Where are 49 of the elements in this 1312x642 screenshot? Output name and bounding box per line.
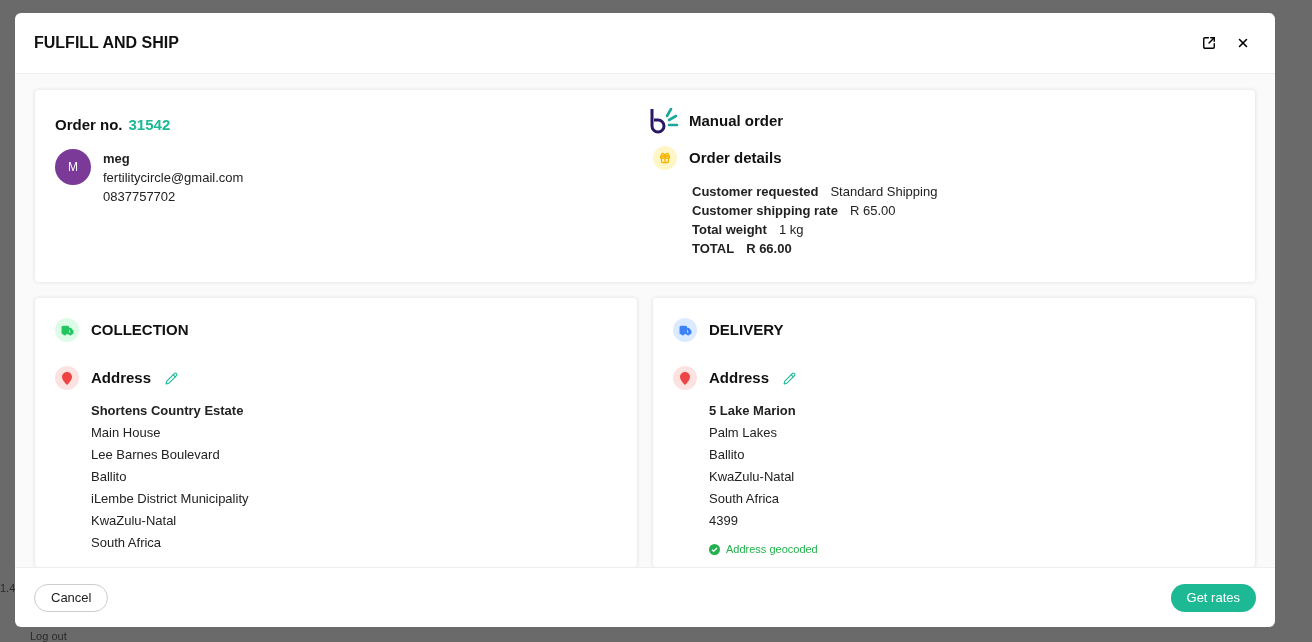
address-line: 4399 bbox=[709, 512, 739, 530]
external-link-icon bbox=[1202, 36, 1216, 50]
address-line: Main House bbox=[91, 424, 162, 442]
modal-title: FULFILL AND SHIP bbox=[34, 33, 179, 53]
map-pin-icon bbox=[55, 366, 79, 390]
detail-value: 1 kg bbox=[778, 221, 804, 239]
detail-label: Customer shipping rate bbox=[692, 202, 838, 220]
order-number: 31542 bbox=[128, 115, 171, 135]
avatar: M bbox=[55, 148, 91, 185]
truck-icon bbox=[55, 318, 79, 342]
address-line: iLembe District Municipality bbox=[91, 490, 250, 508]
detail-value: R 66.00 bbox=[746, 240, 792, 258]
cancel-button[interactable]: Cancel bbox=[34, 583, 109, 612]
address-line: Lee Barnes Boulevard bbox=[91, 446, 221, 464]
order-label: Order no. bbox=[55, 115, 123, 135]
address-line: KwaZulu-Natal bbox=[709, 468, 796, 486]
geocode-status: Address geocoded bbox=[726, 542, 818, 557]
customer-name: meg bbox=[103, 149, 131, 168]
truck-icon bbox=[673, 318, 697, 342]
get-rates-button[interactable]: Get rates bbox=[1170, 583, 1256, 612]
section-title: COLLECTION bbox=[91, 319, 189, 340]
logo-icon bbox=[649, 108, 679, 134]
detail-value: R 65.00 bbox=[849, 202, 896, 220]
detail-label: TOTAL bbox=[692, 240, 735, 258]
address-line: Palm Lakes bbox=[709, 424, 778, 442]
order-source: Manual order bbox=[689, 110, 784, 131]
detail-value: Standard Shipping bbox=[830, 183, 938, 201]
close-icon bbox=[1236, 36, 1250, 50]
details-heading: Order details bbox=[689, 147, 782, 168]
address-line: Ballito bbox=[709, 446, 746, 464]
address-heading: Address bbox=[91, 367, 152, 388]
logout-link[interactable]: Log out bbox=[30, 630, 67, 642]
detail-label: Customer requested bbox=[692, 183, 819, 201]
open-external-button[interactable] bbox=[1200, 34, 1218, 52]
address-line: KwaZulu-Natal bbox=[91, 512, 178, 530]
detail-label: Total weight bbox=[692, 221, 767, 239]
gift-icon bbox=[653, 146, 677, 170]
address-line: South Africa bbox=[709, 490, 781, 508]
customer-phone: 0837757702 bbox=[103, 187, 177, 206]
address-line: 5 Lake Marion bbox=[709, 402, 797, 420]
side-number: 1.4 bbox=[0, 581, 16, 596]
map-pin-icon bbox=[673, 366, 697, 390]
customer-email: fertilitycircle@gmail.com bbox=[103, 168, 244, 187]
address-line: Ballito bbox=[91, 468, 128, 486]
check-circle-icon bbox=[709, 543, 720, 555]
section-title: DELIVERY bbox=[709, 319, 784, 340]
address-heading: Address bbox=[709, 367, 770, 388]
address-line: Shortens Country Estate bbox=[91, 402, 245, 420]
address-line: South Africa bbox=[91, 534, 163, 552]
